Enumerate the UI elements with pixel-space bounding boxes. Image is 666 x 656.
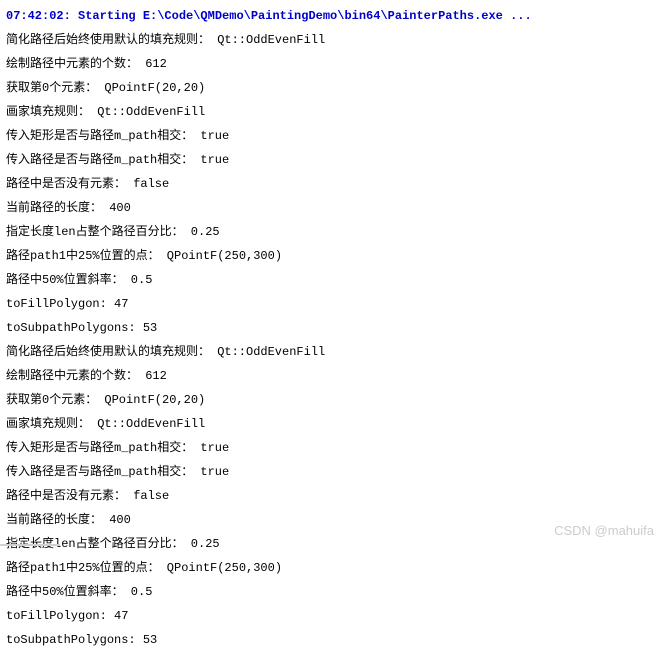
log-line: 获取第0个元素： QPointF(20,20) — [6, 76, 660, 100]
log-line: toFillPolygon: 47 — [6, 292, 660, 316]
log-line: 画家填充规则： Qt::OddEvenFill — [6, 100, 660, 124]
log-line: 路径path1中25%位置的点： QPointF(250,300) — [6, 244, 660, 268]
log-line: 简化路径后始终使用默认的填充规则： Qt::OddEvenFill — [6, 340, 660, 364]
log-line: 指定长度len占整个路径百分比： 0.25 — [6, 220, 660, 244]
log-line: 简化路径后始终使用默认的填充规则： Qt::OddEvenFill — [6, 28, 660, 52]
log-line: toFillPolygon: 47 — [6, 604, 660, 628]
log-line: 传入矩形是否与路径m_path相交： true — [6, 124, 660, 148]
log-line: 路径中50%位置斜率： 0.5 — [6, 268, 660, 292]
log-line: 路径中是否没有元素： false — [6, 172, 660, 196]
log-line: 传入路径是否与路径m_path相交： true — [6, 148, 660, 172]
log-line: toSubpathPolygons: 53 — [6, 628, 660, 652]
log-line: 绘制路径中元素的个数： 612 — [6, 364, 660, 388]
log-line: 传入路径是否与路径m_path相交： true — [6, 460, 660, 484]
log-line: 路径中是否没有元素： false — [6, 484, 660, 508]
log-line: 路径中50%位置斜率： 0.5 — [6, 580, 660, 604]
log-line: 传入矩形是否与路径m_path相交： true — [6, 436, 660, 460]
log-line: 画家填充规则： Qt::OddEvenFill — [6, 412, 660, 436]
log-line: 绘制路径中元素的个数： 612 — [6, 52, 660, 76]
log-line: 获取第0个元素： QPointF(20,20) — [6, 388, 660, 412]
console-output: 07:42:02: Starting E:\Code\QMDemo\Painti… — [0, 0, 666, 656]
log-line: 当前路径的长度： 400 — [6, 196, 660, 220]
log-line: 路径path1中25%位置的点： QPointF(250,300) — [6, 556, 660, 580]
watermark-text: CSDN @mahuifa — [554, 523, 654, 538]
console-header: 07:42:02: Starting E:\Code\QMDemo\Painti… — [6, 4, 660, 28]
log-line: toSubpathPolygons: 53 — [6, 316, 660, 340]
